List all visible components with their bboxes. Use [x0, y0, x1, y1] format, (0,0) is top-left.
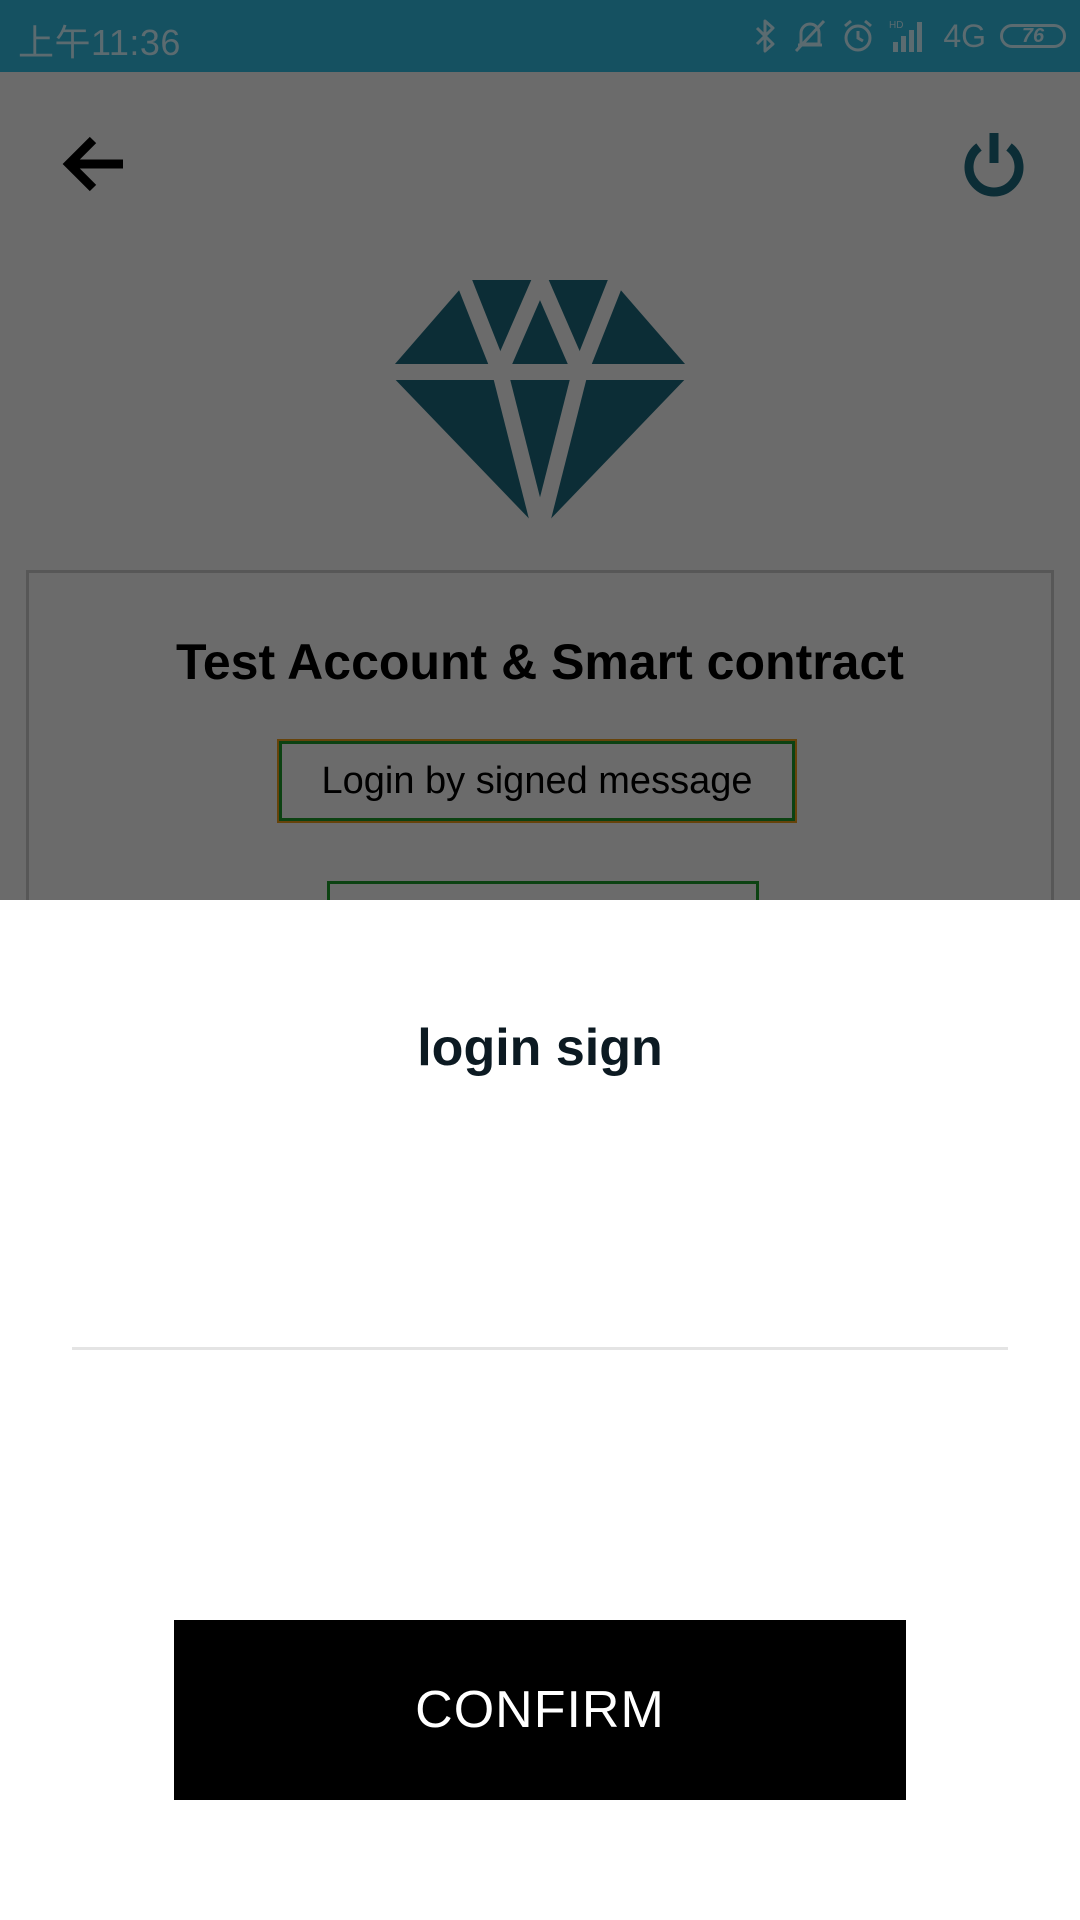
- confirm-button[interactable]: CONFIRM: [174, 1620, 906, 1800]
- diamond-icon: [388, 273, 692, 532]
- power-button[interactable]: [956, 126, 1032, 202]
- status-dim: [0, 0, 1080, 72]
- power-icon: [964, 133, 1024, 197]
- status-bar: 上午11:36 HD 4G 76: [0, 0, 1080, 72]
- dialog-title: login sign: [417, 1019, 663, 1077]
- sign-input[interactable]: [72, 1180, 1008, 1350]
- card-title: Test Account & Smart contract: [176, 634, 904, 690]
- back-button[interactable]: [58, 128, 130, 200]
- login-signed-message-button[interactable]: Login by signed message: [277, 739, 797, 823]
- arrow-left-icon: [62, 136, 123, 192]
